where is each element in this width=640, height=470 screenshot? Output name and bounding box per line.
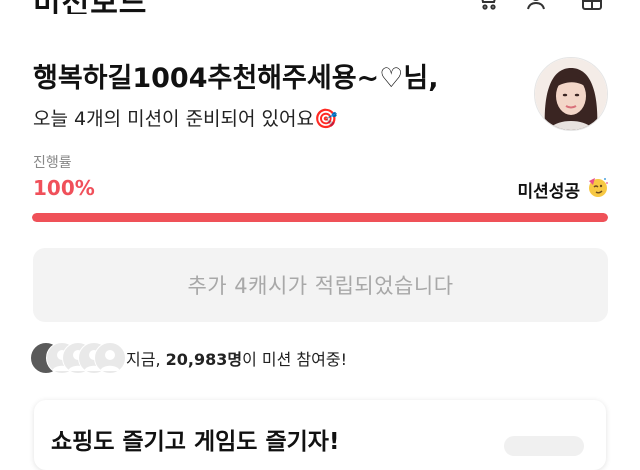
party-face-icon	[586, 175, 610, 203]
mission-success-status: 미션성공	[517, 175, 610, 203]
add-user-icon[interactable]	[526, 0, 550, 12]
progress-label: 진행률	[33, 155, 72, 171]
progress-bar-fill	[32, 213, 608, 222]
participants-prefix: 지금,	[126, 350, 166, 369]
greeting-name: 행복하길1004추천해주세용~♡님,	[33, 63, 439, 94]
participants-suffix: 이 미션 참여중!	[242, 350, 347, 369]
progress-value: 100%	[33, 176, 95, 200]
page-title: 미션보드	[33, 0, 147, 14]
promo-title: 쇼핑도 즐기고 게임도 즐기자!	[51, 429, 340, 455]
reward-button[interactable]: 추가 4캐시가 적립되었습니다	[33, 248, 608, 322]
participant-avatars	[30, 342, 126, 374]
profile-avatar[interactable]	[534, 57, 608, 131]
participant-avatar	[94, 342, 126, 374]
mission-success-text: 미션성공	[517, 181, 580, 202]
progress-bar	[32, 213, 608, 222]
participants-count: 20,983명	[165, 350, 243, 369]
promo-card[interactable]: 쇼핑도 즐기고 게임도 즐기자!	[34, 400, 606, 470]
participants-text: 지금, 20,983명이 미션 참여중!	[126, 346, 347, 370]
cart-icon[interactable]	[476, 0, 500, 12]
participants-info: 지금, 20,983명이 미션 참여중!	[30, 342, 347, 374]
promo-button[interactable]	[504, 436, 584, 456]
greeting-subtitle: 오늘 4개의 미션이 준비되어 있어요🎯	[33, 108, 338, 130]
gift-icon[interactable]	[580, 0, 604, 12]
top-bar: 미션보드	[0, 0, 640, 14]
